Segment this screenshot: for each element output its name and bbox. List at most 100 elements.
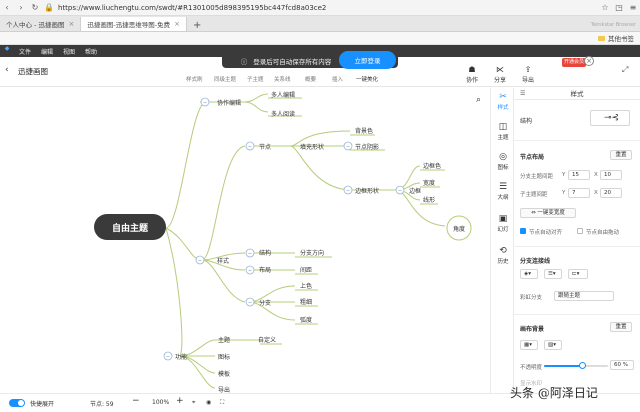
mindmap-svg: − − − − − − − − − −	[94, 93, 472, 389]
side-tab-history[interactable]: ⟲ 历史	[491, 246, 515, 265]
node-multi-read[interactable]: 多人阅读	[271, 109, 295, 118]
line-width-select[interactable]: ☰▾	[544, 269, 562, 279]
share-button[interactable]: ⋉ 分享	[489, 65, 511, 84]
side-tab-slides[interactable]: ▣ 幻灯	[491, 214, 515, 233]
side-tab-theme[interactable]: ◫ 主题	[491, 122, 515, 141]
url-field[interactable]: https://www.liuchengtu.com/swdt/#R130100…	[56, 4, 598, 12]
mindmap-canvas[interactable]: − − − − − − − − − − 自由主题 协作编辑 多人编辑 多人阅读 节点 填充形…	[0, 88, 490, 393]
back-icon[interactable]: ‹	[0, 3, 14, 12]
tool-format-painter[interactable]: 样式刷	[186, 75, 203, 83]
node-line-style[interactable]: 线形	[423, 195, 435, 204]
sub-spacing-y-input[interactable]: 7	[568, 188, 590, 198]
rainbow-branch-select[interactable]: 跟随主题	[554, 291, 614, 301]
locate-icon[interactable]: ⌖	[192, 399, 195, 407]
menu-help[interactable]: 帮助	[80, 47, 102, 56]
search-icon[interactable]: ⌕	[476, 95, 481, 105]
tool-sibling-topic[interactable]: 同级主题	[214, 75, 236, 83]
tool-insert[interactable]: 插入	[332, 75, 343, 83]
node-layout[interactable]: 布局	[259, 265, 271, 274]
sub-spacing-label: 子主题间距	[520, 192, 548, 198]
node-theme[interactable]: 主题	[218, 335, 230, 344]
node-structure[interactable]: 结构	[259, 248, 271, 257]
node-custom[interactable]: 自定义	[258, 335, 276, 344]
star-icon[interactable]: ☆	[598, 3, 612, 12]
reset-layout-button[interactable]: 重置	[610, 150, 632, 160]
tool-beautify[interactable]: 一键美化	[356, 75, 378, 83]
equal-width-button[interactable]: ⇔ 一键变宽度	[520, 208, 576, 218]
branch-spacing-x-input[interactable]: 10	[600, 170, 622, 180]
export-icon: ⇪	[524, 65, 532, 74]
bookmark-folder[interactable]: 其他书签	[608, 33, 634, 43]
branch-spacing-y-input[interactable]: 15	[568, 170, 590, 180]
side-tab-style[interactable]: ✂ 样式	[491, 92, 515, 111]
close-icon[interactable]: ×	[68, 20, 74, 28]
bg-color-select[interactable]: ▦▾	[520, 340, 538, 350]
menu-view[interactable]: 视图	[58, 47, 80, 56]
auto-align-checkbox[interactable]	[520, 228, 526, 234]
node-function[interactable]: 功能	[175, 352, 187, 361]
export-button[interactable]: ⇪ 导出	[517, 65, 539, 84]
tool-subtopic[interactable]: 子主题	[247, 75, 264, 83]
expand-icon[interactable]: ⤢	[622, 65, 628, 75]
collab-button[interactable]: ☗ 协作	[461, 65, 483, 84]
fullscreen-icon[interactable]: ⛶	[220, 399, 224, 407]
node-multi-edit[interactable]: 多人编辑	[271, 90, 295, 99]
tool-relation-line[interactable]: 关系线	[274, 75, 291, 83]
node-node-shadow[interactable]: 节点阴影	[355, 142, 379, 151]
node-node[interactable]: 节点	[259, 142, 271, 151]
structure-select[interactable]: ⊸⊰	[590, 110, 630, 126]
node-border-color[interactable]: 边框色	[423, 161, 441, 170]
zoom-out-icon[interactable]: −	[132, 396, 140, 406]
menu-file[interactable]: 文件	[14, 47, 36, 56]
close-icon[interactable]: ×	[174, 20, 180, 28]
node-width[interactable]: 宽度	[423, 178, 435, 187]
side-tab-outline[interactable]: ☰ 大纲	[491, 182, 515, 201]
panel-menu-icon[interactable]: ☰	[520, 88, 525, 100]
node-corner[interactable]: 角度	[453, 224, 465, 233]
root-node-label[interactable]: 自由主题	[94, 214, 166, 240]
menu-icon[interactable]: ≡	[626, 3, 640, 12]
node-style[interactable]: 样式	[217, 256, 229, 265]
canvas-bg-label: 画布背景	[520, 326, 545, 333]
opacity-input[interactable]: 60 %	[610, 360, 634, 370]
node-bg-color[interactable]: 背景色	[355, 126, 373, 135]
quick-expand-toggle[interactable]	[9, 399, 25, 407]
refresh-icon[interactable]: ↻	[28, 3, 42, 12]
reset-bg-button[interactable]: 重置	[610, 322, 632, 332]
bg-image-select[interactable]: ▨▾	[544, 340, 562, 350]
sub-spacing-x-input[interactable]: 20	[600, 188, 622, 198]
node-arc[interactable]: 弧度	[300, 315, 312, 324]
new-tab-button[interactable]: +	[187, 20, 207, 31]
back-arrow-icon[interactable]: ‹	[5, 65, 9, 75]
extension-icon[interactable]: ◳	[612, 3, 626, 12]
opacity-handle[interactable]	[579, 362, 587, 369]
fit-icon[interactable]: ◉	[206, 399, 211, 406]
node-color[interactable]: 上色	[300, 281, 312, 290]
line-color-select[interactable]: ◈▾	[520, 269, 538, 279]
free-drag-checkbox[interactable]	[577, 228, 583, 234]
node-border[interactable]: 边框	[409, 186, 421, 195]
opacity-slider[interactable]	[544, 362, 608, 369]
tab-editor[interactable]: 迅捷画图-迅捷思维导图-免费 ×	[81, 17, 187, 31]
node-thickness[interactable]: 粗细	[300, 297, 312, 306]
vip-badge[interactable]: 开通会员	[562, 58, 586, 67]
login-button[interactable]: 立即登录	[339, 51, 396, 69]
tool-summary[interactable]: 概要	[305, 75, 316, 83]
tab-personal-center[interactable]: 个人中心 - 迅捷画图 ×	[0, 17, 82, 31]
forward-icon[interactable]: ›	[14, 3, 28, 12]
zoom-in-icon[interactable]: +	[176, 396, 184, 406]
node-template[interactable]: 模板	[218, 369, 230, 378]
node-icon[interactable]: 图标	[218, 352, 230, 361]
node-collab[interactable]: 协作编辑	[217, 98, 241, 107]
node-border-shape[interactable]: 边框形状	[355, 186, 379, 195]
node-spacing[interactable]: 间距	[300, 265, 312, 274]
menu-edit[interactable]: 编辑	[36, 47, 58, 56]
line-style-select[interactable]: ⊏▾	[568, 269, 588, 279]
node-fill-shape[interactable]: 填充形状	[300, 142, 324, 151]
node-branch-dir[interactable]: 分支方向	[300, 248, 324, 257]
document-title[interactable]: 迅捷画图	[18, 66, 48, 77]
node-export[interactable]: 导出	[218, 385, 230, 393]
close-icon[interactable]: ×	[584, 56, 594, 66]
side-tab-icon[interactable]: ◎ 图标	[491, 152, 515, 171]
node-branch[interactable]: 分支	[259, 298, 271, 307]
